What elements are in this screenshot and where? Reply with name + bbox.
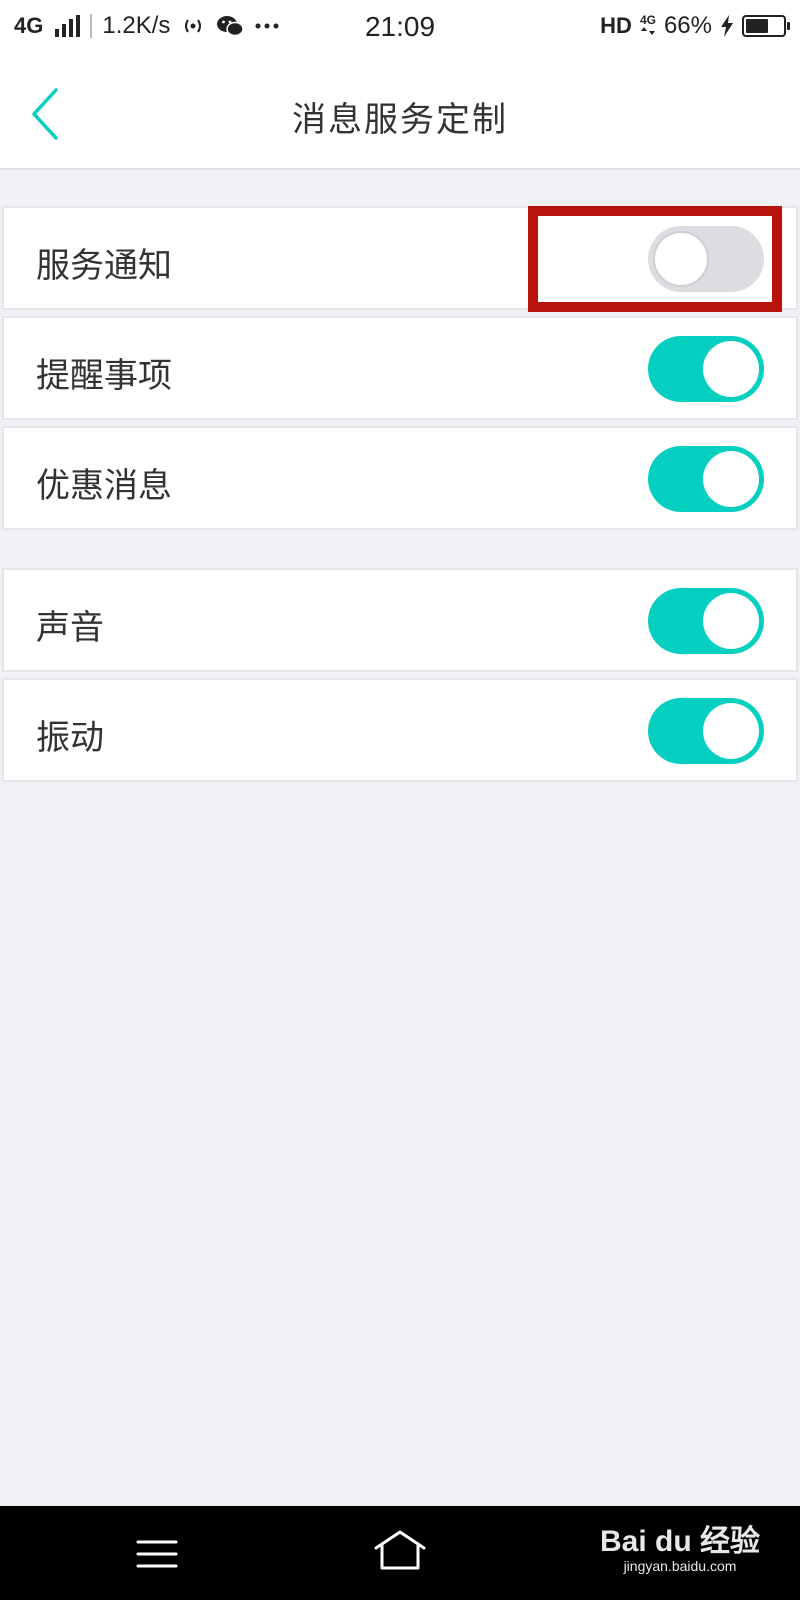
- toggle-knob: [653, 231, 709, 287]
- setting-row-sound: 声音: [2, 568, 798, 672]
- chevron-left-icon: [32, 88, 58, 140]
- watermark: Bai du 经验 jingyan.baidu.com: [599, 1525, 760, 1575]
- setting-label: 提醒事项: [36, 356, 172, 396]
- nav-bar: Bai du 经验 jingyan.baidu.com: [0, 1506, 800, 1600]
- header: 消息服务定制: [0, 56, 800, 170]
- page-title: 消息服务定制: [292, 100, 508, 140]
- charging-icon: [721, 15, 733, 37]
- network-small: 4G: [639, 12, 656, 38]
- watermark-url: jingyan.baidu.com: [623, 1558, 737, 1574]
- network-small-label: 4G: [639, 12, 656, 27]
- battery-percent: 66%: [663, 12, 712, 39]
- menu-icon: [136, 1540, 178, 1568]
- toggle-knob: [703, 703, 759, 759]
- reminders-toggle[interactable]: [648, 336, 764, 402]
- status-bar: 4G 1.2K/s 21:09 HD 4G 66%: [0, 0, 800, 56]
- service-notice-toggle[interactable]: [648, 226, 764, 292]
- watermark-logo: Bai du 经验: [599, 1525, 760, 1558]
- sound-toggle[interactable]: [648, 588, 764, 654]
- setting-row-service-notice: 服务通知: [2, 206, 798, 310]
- setting-label: 服务通知: [36, 246, 172, 286]
- setting-row-promotions: 优惠消息: [2, 426, 798, 530]
- setting-row-vibration: 振动: [2, 678, 798, 782]
- nav-menu-button[interactable]: [132, 1534, 182, 1574]
- battery-icon: [742, 15, 790, 37]
- promotions-toggle[interactable]: [648, 446, 764, 512]
- toggle-knob: [703, 593, 759, 649]
- battery-fill: [746, 19, 769, 33]
- nav-home-button[interactable]: [372, 1528, 428, 1574]
- status-right: HD 4G 66%: [600, 12, 790, 40]
- home-icon: [374, 1530, 426, 1570]
- settings-group-notifications: 服务通知 提醒事项 优惠消息: [0, 206, 800, 536]
- setting-label: 声音: [36, 608, 104, 648]
- toggle-knob: [703, 341, 759, 397]
- back-button[interactable]: [24, 84, 74, 144]
- setting-label: 优惠消息: [36, 466, 172, 506]
- setting-row-reminders: 提醒事项: [2, 316, 798, 420]
- data-arrows-icon: [640, 26, 655, 35]
- toggle-knob: [703, 451, 759, 507]
- vibration-toggle[interactable]: [648, 698, 764, 764]
- hd-badge: HD: [600, 13, 632, 38]
- setting-label: 振动: [36, 718, 104, 758]
- settings-group-alerts: 声音 振动: [0, 568, 800, 788]
